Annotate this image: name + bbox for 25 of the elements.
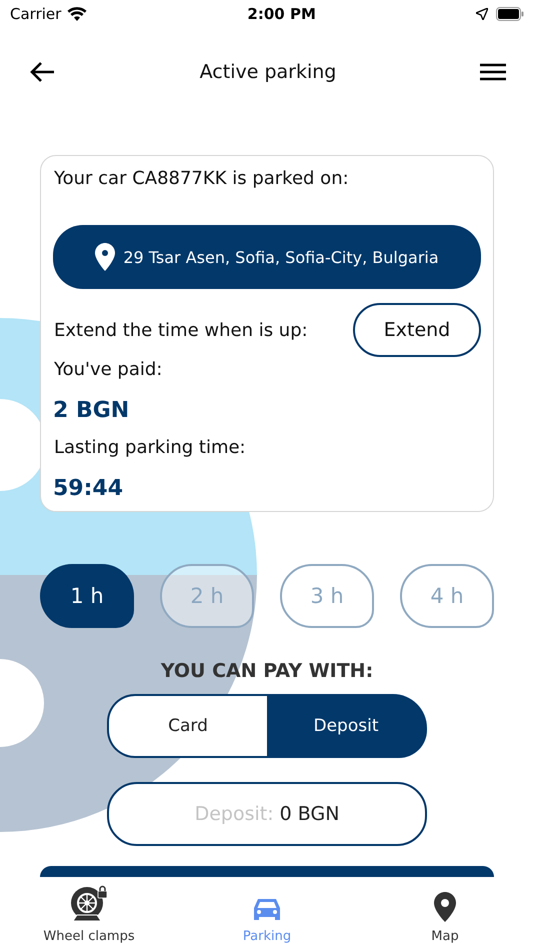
deposit-field[interactable]: Deposit: 0 BGN [107, 782, 427, 846]
carrier-name: Carrier [10, 5, 62, 23]
tab-bar-item[interactable]: Map [356, 877, 534, 950]
payment-heading: YOU CAN PAY WITH: [160, 660, 374, 682]
map-pin-icon [433, 891, 457, 923]
extend-button[interactable]: Extend [353, 303, 481, 357]
status-time: 2:00 PM [247, 5, 316, 23]
paid-label: You've paid: [53, 359, 164, 380]
parked-car-text: Your car CA8877KK is parked on: [53, 168, 350, 189]
paid-amount: 2 BGN [53, 398, 130, 423]
menu-button[interactable] [480, 62, 506, 82]
address-button[interactable]: 29 Tsar Asen, Sofia, Sofia-City, Bulgaria [53, 225, 481, 289]
map-pin-icon [95, 243, 116, 271]
back-button[interactable] [30, 61, 56, 83]
battery-icon [496, 7, 524, 21]
screen-title: Active parking [200, 61, 336, 83]
payment-method-tab[interactable]: Deposit [267, 694, 427, 758]
location-arrow-icon [476, 8, 488, 20]
extend-label: Extend the time when is up: [53, 320, 308, 340]
wheel-clamp-icon [69, 885, 109, 923]
tab-bar-item[interactable]: Wheel clamps [0, 877, 178, 950]
time-remaining: 59:44 [53, 476, 124, 501]
wifi-icon [67, 7, 88, 21]
payment-method-tab[interactable]: Card [107, 694, 267, 758]
time-label: Lasting parking time: [53, 437, 247, 458]
